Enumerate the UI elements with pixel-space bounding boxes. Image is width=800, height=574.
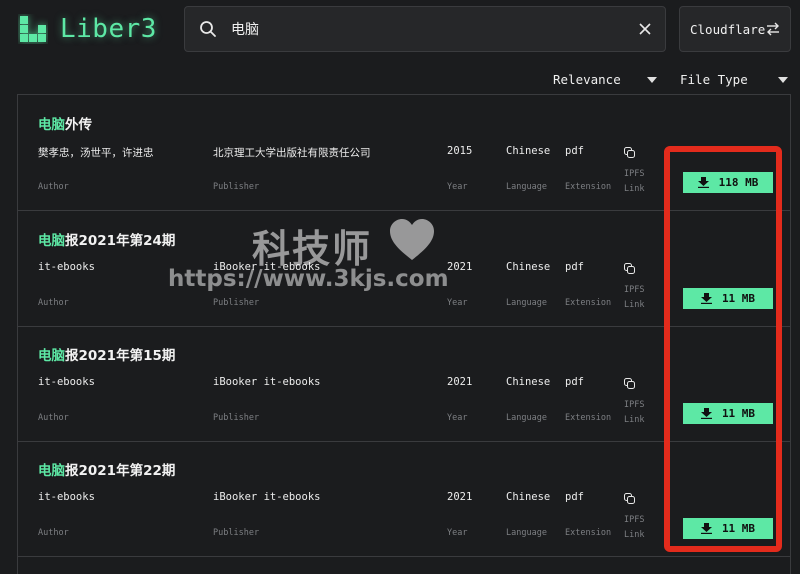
author-value: 樊孝忠，汤世平，许进忠 xyxy=(38,147,154,159)
year-value: 2021 xyxy=(447,491,473,503)
file-type-label: File Type xyxy=(680,72,748,87)
ipfs-link-label: IPFS Link xyxy=(624,400,645,425)
caret-down-icon xyxy=(646,76,657,83)
title-highlight: 电脑 xyxy=(38,348,65,364)
app-logo[interactable]: Liber3 xyxy=(18,14,157,44)
download-icon xyxy=(700,408,712,419)
title-highlight: 电脑 xyxy=(38,117,65,133)
title-rest: 外传 xyxy=(65,117,92,133)
swap-icon xyxy=(767,22,779,36)
title-rest: 报2021年第24期 xyxy=(65,233,176,249)
language-value: Chinese xyxy=(506,261,551,273)
author-label: Author xyxy=(38,298,69,308)
download-button[interactable]: 11 MB xyxy=(683,403,773,424)
author-value: it-ebooks xyxy=(38,491,95,503)
title-rest: 报2021年第15期 xyxy=(65,348,176,364)
download-button[interactable]: 11 MB xyxy=(683,288,773,309)
language-value: Chinese xyxy=(506,145,551,157)
result-title[interactable]: 电脑报2021年第15期 xyxy=(38,344,175,364)
download-icon xyxy=(700,293,712,304)
year-value: 2021 xyxy=(447,261,473,273)
file-size: 11 MB xyxy=(721,522,756,535)
extension-value: pdf xyxy=(565,261,584,273)
search-icon xyxy=(200,21,216,37)
app-name: Liber3 xyxy=(60,14,157,44)
watermark-text: 科技师 xyxy=(252,227,373,271)
download-button[interactable]: 118 MB xyxy=(683,172,773,193)
result-title[interactable]: 电脑报2021年第22期 xyxy=(38,459,175,479)
author-label: Author xyxy=(38,413,69,423)
language-label: Language xyxy=(506,528,547,538)
title-highlight: 电脑 xyxy=(38,233,65,249)
download-icon xyxy=(700,523,712,534)
copy-link-icon[interactable] xyxy=(624,493,635,504)
extension-label: Extension xyxy=(565,182,612,192)
ipfs-link-label: IPFS Link xyxy=(624,169,645,194)
heart-watermark-icon xyxy=(390,219,434,260)
ipfs-link-label: IPFS Link xyxy=(624,515,645,540)
publisher-label: Publisher xyxy=(213,528,260,538)
publisher-label: Publisher xyxy=(213,413,260,423)
year-value: 2015 xyxy=(447,145,473,157)
year-label: Year xyxy=(447,528,468,538)
publisher-value: iBooker it-ebooks xyxy=(213,376,321,388)
language-value: Chinese xyxy=(506,491,551,503)
author-label: Author xyxy=(38,182,69,192)
gateway-switch-button[interactable]: Cloudflare xyxy=(679,6,791,52)
result-row: 电脑报2021年第22期 it-ebooks iBooker it-ebooks… xyxy=(18,441,790,557)
title-rest: 报2021年第22期 xyxy=(65,463,176,479)
liber3-logo-icon xyxy=(18,14,48,44)
language-label: Language xyxy=(506,413,547,423)
ipfs-link-label: IPFS Link xyxy=(624,285,645,310)
search-input[interactable] xyxy=(229,20,637,38)
file-size: 118 MB xyxy=(718,176,759,189)
year-label: Year xyxy=(447,413,468,423)
result-row: 电脑报2021年第15期 it-ebooks iBooker it-ebooks… xyxy=(18,326,790,442)
file-size: 11 MB xyxy=(721,292,756,305)
language-label: Language xyxy=(506,298,547,308)
publisher-label: Publisher xyxy=(213,182,260,192)
author-value: it-ebooks xyxy=(38,376,95,388)
extension-label: Extension xyxy=(565,298,612,308)
sort-relevance-label: Relevance xyxy=(553,72,621,87)
gateway-label: Cloudflare xyxy=(690,21,766,37)
publisher-value: 北京理工大学出版社有限责任公司 xyxy=(213,147,371,159)
year-label: Year xyxy=(447,182,468,192)
result-row: 电脑外传 樊孝忠，汤世平，许进忠 北京理工大学出版社有限责任公司 2015 Ch… xyxy=(18,95,790,211)
extension-label: Extension xyxy=(565,413,612,423)
extension-label: Extension xyxy=(565,528,612,538)
clear-search-icon[interactable] xyxy=(637,21,653,37)
extension-value: pdf xyxy=(565,376,584,388)
extension-value: pdf xyxy=(565,491,584,503)
download-icon xyxy=(697,177,709,188)
result-title[interactable]: 电脑报2021年第24期 xyxy=(38,229,175,249)
language-value: Chinese xyxy=(506,376,551,388)
year-value: 2021 xyxy=(447,376,473,388)
publisher-label: Publisher xyxy=(213,298,260,308)
publisher-value: iBooker it-ebooks xyxy=(213,491,321,503)
download-button[interactable]: 11 MB xyxy=(683,518,773,539)
results-list: 电脑外传 樊孝忠，汤世平，许进忠 北京理工大学出版社有限责任公司 2015 Ch… xyxy=(17,94,791,574)
copy-link-icon[interactable] xyxy=(624,263,635,274)
copy-link-icon[interactable] xyxy=(624,147,635,158)
caret-down-icon xyxy=(777,76,788,83)
watermark-url: https://www.3kjs.com xyxy=(168,266,449,292)
copy-link-icon[interactable] xyxy=(624,378,635,389)
title-highlight: 电脑 xyxy=(38,463,65,479)
author-label: Author xyxy=(38,528,69,538)
author-value: it-ebooks xyxy=(38,261,95,273)
sort-relevance-dropdown[interactable]: Relevance xyxy=(553,72,657,87)
year-label: Year xyxy=(447,298,468,308)
result-title[interactable]: 电脑外传 xyxy=(38,113,92,133)
file-size: 11 MB xyxy=(721,407,756,420)
search-bar[interactable] xyxy=(184,6,666,52)
file-type-dropdown[interactable]: File Type xyxy=(680,72,788,87)
language-label: Language xyxy=(506,182,547,192)
extension-value: pdf xyxy=(565,145,584,157)
